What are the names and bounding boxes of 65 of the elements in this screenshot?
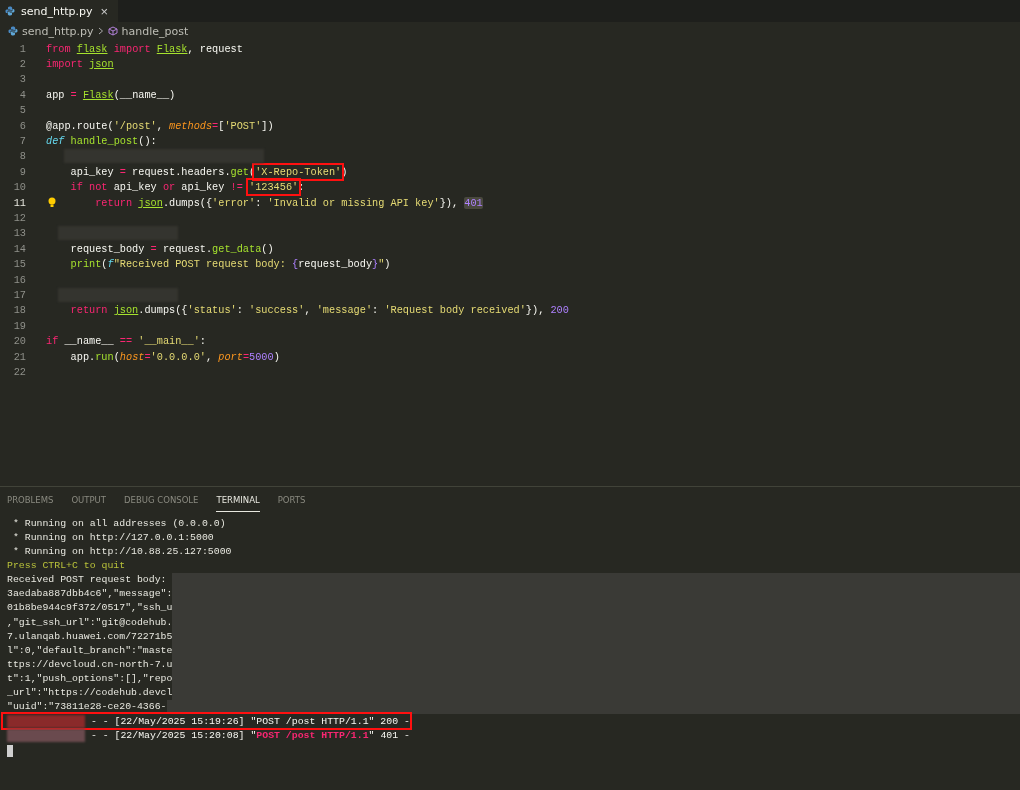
cube-icon: [107, 26, 118, 36]
line-number: 16: [12, 273, 26, 286]
code-line: print(f"Received POST request body: {request_body}"): [69, 258, 391, 271]
code-line: if not api_key or api_key != '123456':: [46, 181, 305, 194]
line-number: 9: [18, 165, 26, 178]
terminal-line: - - [22/May/2025 15:19:26] "POST /post HTTP/1.1" 200 -: [89, 715, 410, 727]
line-number: 11: [12, 196, 26, 209]
terminal-line: _url":"https://codehub.devcl: [7, 687, 173, 699]
line-number: 22: [12, 365, 26, 378]
line-number: 13: [12, 227, 26, 240]
line-number: 12: [12, 212, 26, 224]
breadcrumb-item[interactable]: send_http.py: [22, 24, 94, 38]
line-number: 14: [12, 242, 26, 255]
line-number: 20: [12, 335, 26, 348]
terminal-line: 7.ulanqab.huawei.com/72271b5: [7, 630, 173, 642]
line-number: 8: [18, 150, 26, 163]
code-line: return json.dumps({'status': 'success', 'message': 'Request body received'}), 200: [69, 304, 569, 317]
line-number: 6: [18, 119, 26, 132]
code-line: from flask import Flask, request: [46, 42, 243, 55]
code-line: app.run(host='0.0.0.0', port=5000): [69, 350, 280, 363]
terminal-line: t":1,"push_options":[],"repo: [7, 673, 173, 685]
panel-tab[interactable]: DEBUG CONSOLE: [124, 492, 199, 512]
terminal-line: "uuid":"73811e28-ce20-4366-: [7, 701, 167, 713]
panel-tab[interactable]: OUTPUT: [71, 492, 107, 512]
terminal-line: Press CTRL+C to quit: [7, 560, 126, 571]
code-line: return json.dumps({'error': 'Invalid or missing API key'}), 401: [94, 196, 483, 209]
terminal-line: ,"git_ssh_url":"git@codehub.: [7, 616, 173, 628]
panel-tab[interactable]: PORTS: [277, 492, 306, 512]
terminal-line: - - [22/May/2025 15:20:08] "POST /post HTTP/1.1" 401 -: [89, 729, 410, 741]
code-line: import json: [46, 58, 114, 71]
terminal-line: * Running on http://127.0.0.1:5000: [11, 531, 214, 543]
line-number: 1: [18, 42, 26, 55]
line-number: 7: [18, 135, 26, 148]
terminal-line: 3aedaba887dbb4c6","message":: [7, 588, 173, 600]
line-number: 10: [12, 181, 26, 194]
code-line: request_body = request.get_data(): [69, 242, 274, 255]
terminal-line: Received POST request body:: [7, 574, 168, 586]
line-number: 19: [12, 319, 26, 332]
breadcrumb-item[interactable]: handle_post: [121, 24, 189, 38]
terminal-line: 01b8be944c9f372/0517","ssh_u: [7, 602, 173, 614]
panel-tab[interactable]: TERMINAL: [216, 492, 260, 512]
line-number: 2: [18, 58, 26, 71]
line-number: 3: [18, 73, 26, 86]
close-button[interactable]: ×: [98, 3, 111, 19]
line-number: 18: [12, 304, 26, 317]
code-line: app = Flask(__name__): [46, 88, 176, 101]
line-number: 15: [12, 258, 26, 271]
terminal-line: * Running on http://10.88.25.127:5000: [11, 545, 232, 557]
file-tab[interactable]: send_http.py ×: [0, 0, 119, 22]
terminal-line: * Running on all addresses (0.0.0.0): [11, 517, 226, 529]
line-number: 5: [18, 104, 26, 117]
panel-tab[interactable]: PROBLEMS: [7, 492, 54, 512]
line-number: 17: [12, 288, 26, 301]
lightbulb-icon[interactable]: [48, 197, 56, 209]
line-number: 4: [18, 88, 26, 101]
code-line: if __name__ == '__main__':: [46, 335, 206, 348]
code-line: def handle_post():: [46, 135, 157, 148]
terminal-line: l":0,"default_branch":"maste: [7, 644, 173, 656]
code-line: @app.route('/post', methods=['POST']): [46, 119, 274, 132]
python-file-icon: [5, 6, 15, 16]
python-file-icon: [8, 26, 18, 36]
chevron-right-icon: [97, 27, 104, 35]
line-number: 21: [12, 350, 26, 363]
terminal-line: ttps://devcloud.cn-north-7.u: [7, 658, 173, 670]
terminal-cursor: [7, 745, 13, 758]
